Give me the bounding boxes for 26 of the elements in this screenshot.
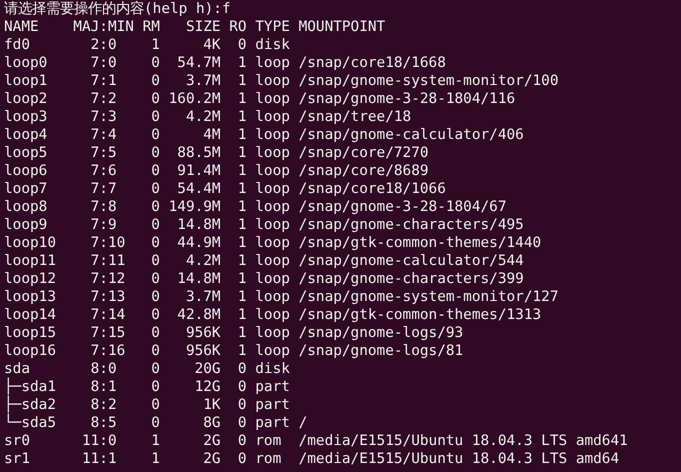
output-line: loop0 7:0 0 54.7M 1 loop /snap/core18/1668 — [4, 54, 446, 72]
output-line: loop7 7:7 0 54.4M 1 loop /snap/core18/1066 — [4, 180, 446, 198]
output-line: loop13 7:13 0 3.7M 1 loop /snap/gnome-system-monitor/127 — [4, 288, 558, 306]
output-line: fd0 2:0 1 4K 0 disk — [4, 36, 290, 54]
output-line: loop11 7:11 0 4.2M 1 loop /snap/gnome-calculator/544 — [4, 252, 524, 270]
output-line: loop9 7:9 0 14.8M 1 loop /snap/gnome-characters/495 — [4, 216, 524, 234]
output-line: sr0 11:0 1 2G 0 rom /media/E1515/Ubuntu 18.04.3 LTS amd641 — [4, 432, 628, 450]
output-line: loop16 7:16 0 956K 1 loop /snap/gnome-logs/81 — [4, 342, 464, 360]
output-line: ├─sda2 8:2 0 1K 0 part — [4, 396, 290, 414]
output-line: NAME MAJ:MIN RM SIZE RO TYPE MOUNTPOINT — [4, 18, 386, 36]
output-line: └─sda5 8:5 0 8G 0 part / — [4, 414, 308, 432]
output-line: loop6 7:6 0 91.4M 1 loop /snap/core/8689 — [4, 162, 429, 180]
output-line: loop5 7:5 0 88.5M 1 loop /snap/core/7270 — [4, 144, 429, 162]
output-line: loop4 7:4 0 4M 1 loop /snap/gnome-calculator/406 — [4, 126, 524, 144]
output-line: ├─sda1 8:1 0 12G 0 part — [4, 378, 290, 396]
output-line: sda 8:0 0 20G 0 disk — [4, 360, 290, 378]
output-line: sr1 11:1 1 2G 0 rom /media/E1515/Ubuntu 18.04.3 LTS amd64 — [4, 450, 620, 468]
output-line: loop3 7:3 0 4.2M 1 loop /snap/tree/18 — [4, 108, 412, 126]
output-line: loop2 7:2 0 160.2M 1 loop /snap/gnome-3-28-1804/116 — [4, 90, 516, 108]
output-line: loop10 7:10 0 44.9M 1 loop /snap/gtk-common-themes/1440 — [4, 234, 542, 252]
output-line: loop1 7:1 0 3.7M 1 loop /snap/gnome-system-monitor/100 — [4, 72, 558, 90]
prompt-line: 请选择需要操作的内容(help h):f — [4, 0, 231, 18]
output-line: loop8 7:8 0 149.9M 1 loop /snap/gnome-3-28-1804/67 — [4, 198, 507, 216]
output-line: loop14 7:14 0 42.8M 1 loop /snap/gtk-common-themes/1313 — [4, 306, 542, 324]
output-line: loop15 7:15 0 956K 1 loop /snap/gnome-logs/93 — [4, 324, 464, 342]
output-line: loop12 7:12 0 14.8M 1 loop /snap/gnome-characters/399 — [4, 270, 524, 288]
